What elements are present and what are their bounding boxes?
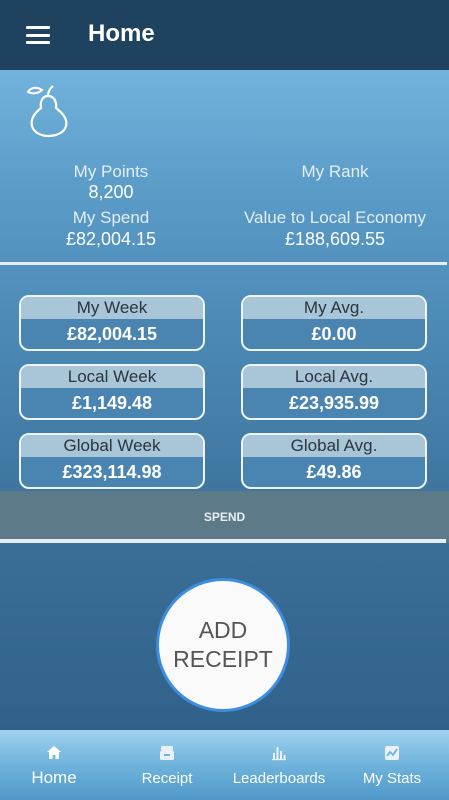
card-label: My Week (21, 297, 203, 319)
menu-icon[interactable] (26, 26, 50, 44)
my-spend-label: My Spend (72, 208, 150, 227)
page-title: Home (88, 20, 155, 47)
my-week-card: My Week £82,004.15 (19, 295, 205, 351)
card-value: £23,935.99 (288, 393, 380, 413)
nav-receipt-label: Receipt (141, 770, 193, 787)
card-value: £49.86 (306, 462, 362, 482)
chart-icon (385, 746, 399, 760)
home-icon (47, 746, 61, 759)
card-label: Local Week (21, 366, 203, 388)
nav-home-label: Home (31, 768, 77, 787)
card-value: £1,149.48 (71, 393, 153, 413)
card-label: Local Avg. (243, 366, 425, 388)
nav-my-stats-label: My Stats (362, 770, 422, 787)
app-bar: Home (0, 0, 449, 70)
nav-my-stats[interactable]: My Stats (352, 730, 432, 800)
tab-spend[interactable]: SPEND (0, 491, 449, 543)
nav-leaderboards[interactable]: Leaderboards (228, 730, 330, 800)
local-economy-value: £188,609.55 (284, 229, 386, 249)
bottom-nav: Home Receipt Leaderboards My Stats (0, 730, 449, 800)
my-avg-card: My Avg. £0.00 (241, 295, 427, 351)
local-week-card: Local Week £1,149.48 (19, 364, 205, 420)
card-label: My Avg. (243, 297, 425, 319)
add-receipt-line1: ADD (198, 617, 248, 643)
global-avg-card: Global Avg. £49.86 (241, 433, 427, 489)
my-rank-label: My Rank (301, 162, 369, 181)
nav-leaderboards-label: Leaderboards (232, 770, 326, 787)
global-week-card: Global Week £323,114.98 (19, 433, 205, 489)
my-points-label: My Points (73, 162, 149, 181)
card-label: Global Week (21, 435, 203, 457)
main-content: My Points 8,200 My Rank My Spend £82,004… (0, 70, 449, 730)
card-value: £323,114.98 (62, 462, 162, 482)
local-economy-label: Value to Local Economy (243, 208, 427, 227)
card-value: £0.00 (311, 324, 357, 344)
my-points-value: 8,200 (88, 182, 134, 202)
leaderboard-icon (272, 747, 286, 761)
tab-indicator (0, 539, 446, 543)
pear-logo-icon (26, 85, 68, 138)
nav-home[interactable]: Home (14, 730, 94, 800)
add-receipt-line2: RECEIPT (173, 646, 273, 672)
local-avg-card: Local Avg. £23,935.99 (241, 364, 427, 420)
card-value: £82,004.15 (66, 324, 158, 344)
receipt-icon (160, 746, 174, 760)
add-receipt-button[interactable]: ADD RECEIPT (156, 578, 290, 712)
card-label: Global Avg. (243, 435, 425, 457)
nav-receipt[interactable]: Receipt (128, 730, 206, 800)
my-spend-value: £82,004.15 (65, 229, 157, 249)
divider (0, 262, 447, 265)
